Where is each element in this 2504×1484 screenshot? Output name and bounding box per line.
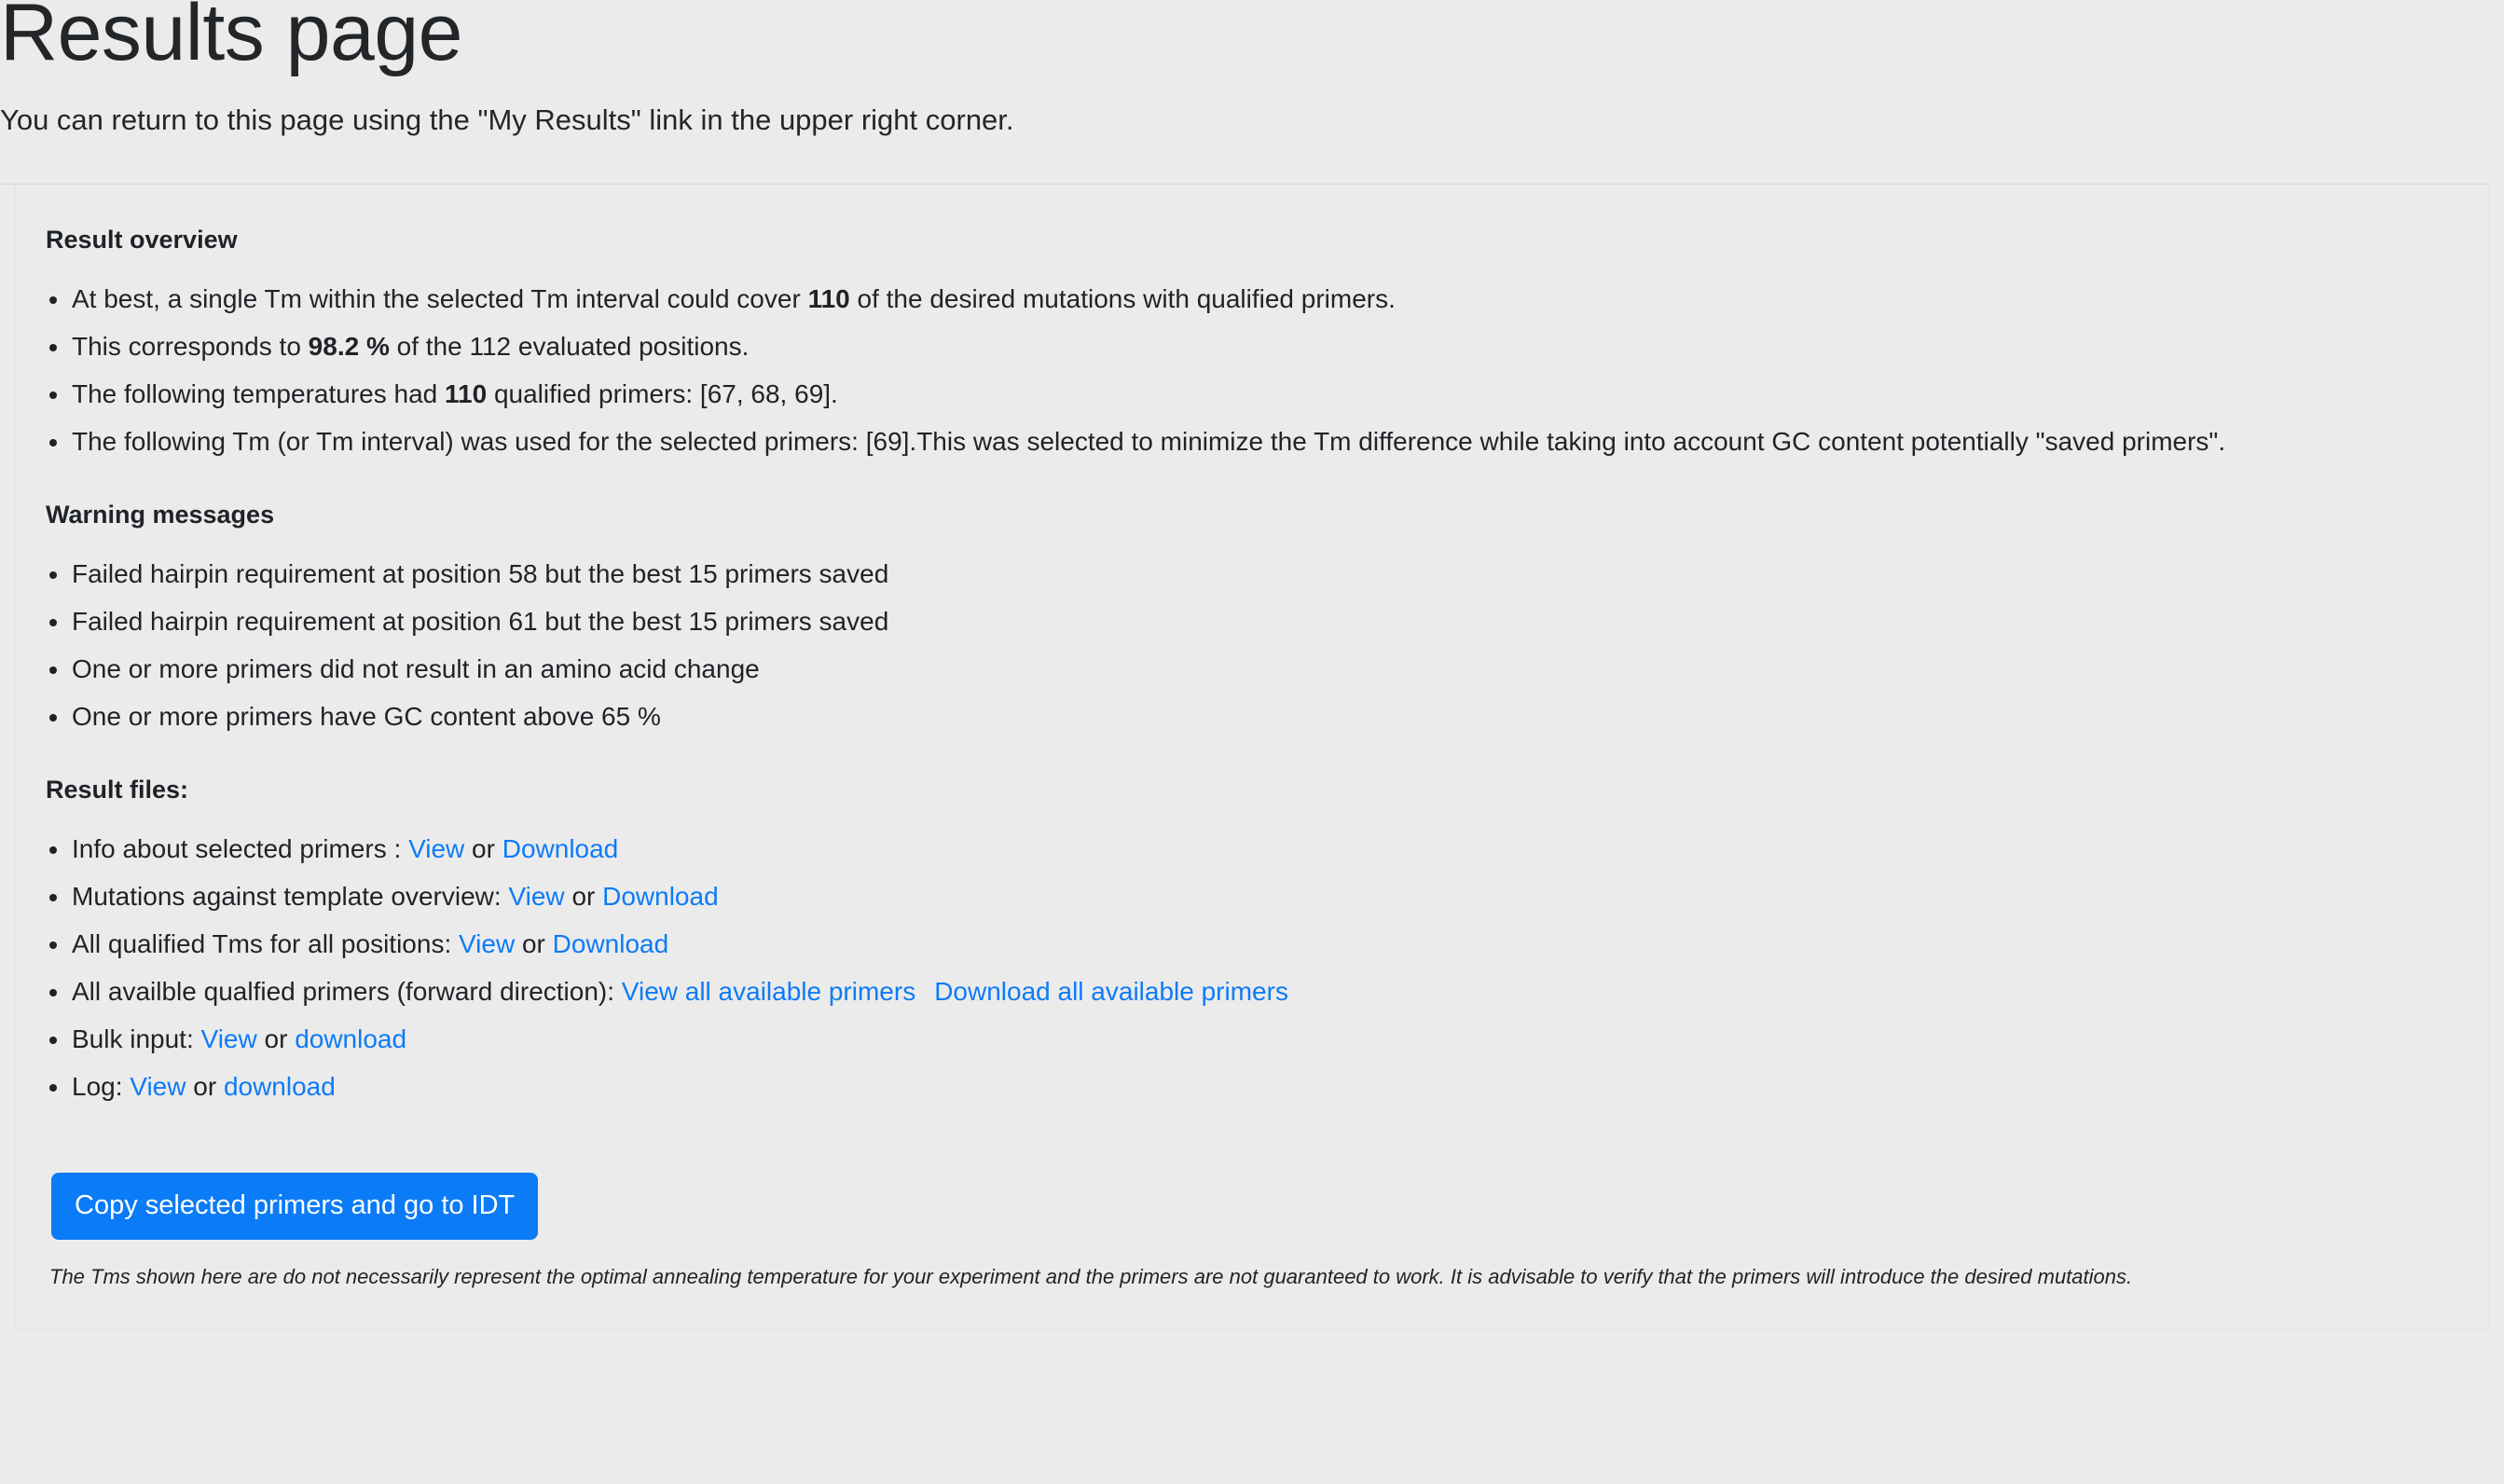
view-log-link[interactable]: View — [130, 1072, 186, 1101]
separator-word: or — [521, 928, 545, 958]
overview-item-3-prefix: The following Tm (or Tm interval) was us… — [72, 426, 2226, 456]
list-item: At best, a single Tm within the selected… — [46, 282, 2473, 317]
file-label: Info about selected primers : — [72, 833, 402, 863]
file-label: Log: — [72, 1071, 123, 1101]
view-mutations-overview-link[interactable]: View — [508, 882, 564, 911]
result-overview-heading: Result overview — [46, 225, 238, 254]
list-item: Info about selected primers : View or Do… — [46, 832, 2473, 867]
download-selected-primers-link[interactable]: Download — [502, 834, 619, 863]
list-item: This corresponds to 98.2 % of the 112 ev… — [46, 330, 2473, 364]
download-bulk-input-link[interactable]: download — [295, 1024, 406, 1053]
content-panel: Result overview At best, a single Tm wit… — [15, 184, 2489, 1331]
separator-word: or — [264, 1024, 288, 1053]
overview-item-1-prefix: This corresponds to — [72, 331, 309, 361]
action-row: Copy selected primers and go to IDT — [46, 1104, 2473, 1241]
warning-text: One or more primers did not result in an… — [72, 653, 760, 683]
list-item: The following Tm (or Tm interval) was us… — [46, 425, 2473, 460]
list-item: Mutations against template overview: Vie… — [46, 880, 2473, 914]
download-log-link[interactable]: download — [224, 1072, 336, 1101]
file-label: All availble qualfied primers (forward d… — [72, 976, 615, 1006]
list-item: Bulk input: View or download — [46, 1023, 2473, 1057]
separator-word: or — [193, 1071, 217, 1101]
overview-item-1-bold: 98.2 % — [308, 331, 390, 361]
warning-text: Failed hairpin requirement at position 6… — [72, 606, 889, 636]
overview-item-0-prefix: At best, a single Tm within the selected… — [72, 283, 808, 313]
list-item: Failed hairpin requirement at position 5… — [46, 557, 2473, 592]
separator-word: or — [571, 881, 596, 911]
list-item: Failed hairpin requirement at position 6… — [46, 605, 2473, 639]
page-header: Results page You can return to this page… — [0, 0, 2504, 140]
download-mutations-overview-link[interactable]: Download — [602, 882, 719, 911]
overview-item-2-prefix: The following temperatures had — [72, 378, 445, 408]
file-label: Bulk input: — [72, 1024, 194, 1053]
view-all-qualified-tms-link[interactable]: View — [459, 929, 515, 958]
result-files-heading: Result files: — [46, 775, 189, 804]
overview-item-0-suffix: of the desired mutations with qualified … — [849, 283, 1396, 313]
warning-messages-heading: Warning messages — [46, 500, 275, 529]
list-item: All availble qualfied primers (forward d… — [46, 975, 2473, 1010]
overview-item-2-suffix: qualified primers: [67, 68, 69]. — [487, 378, 838, 408]
overview-item-0-bold: 110 — [807, 283, 850, 313]
file-label: All qualified Tms for all positions: — [72, 928, 452, 958]
list-item: Log: View or download — [46, 1070, 2473, 1105]
warning-messages-list: Failed hairpin requirement at position 5… — [46, 531, 2473, 735]
warning-text: One or more primers have GC content abov… — [72, 701, 661, 731]
overview-item-2-bold: 110 — [445, 378, 488, 408]
list-item: All qualified Tms for all positions: Vie… — [46, 928, 2473, 962]
result-files-list: Info about selected primers : View or Do… — [46, 806, 2473, 1105]
list-item: One or more primers did not result in an… — [46, 653, 2473, 687]
overview-item-1-suffix: of the 112 evaluated positions. — [389, 331, 750, 361]
result-overview-list: At best, a single Tm within the selected… — [46, 256, 2473, 460]
page-title: Results page — [0, 0, 462, 77]
list-item: One or more primers have GC content abov… — [46, 700, 2473, 735]
view-bulk-input-link[interactable]: View — [201, 1024, 257, 1053]
copy-primers-to-idt-button[interactable]: Copy selected primers and go to IDT — [51, 1173, 539, 1241]
warning-text: Failed hairpin requirement at position 5… — [72, 558, 889, 588]
disclaimer-text: The Tms shown here are do not necessaril… — [49, 1265, 2133, 1289]
list-item: The following temperatures had 110 quali… — [46, 378, 2473, 412]
separator-word: or — [472, 833, 495, 863]
page-subtitle: You can return to this page using the "M… — [0, 103, 1014, 136]
file-label: Mutations against template overview: — [72, 881, 502, 911]
view-all-available-primers-link[interactable]: View all available primers — [622, 977, 915, 1006]
download-all-available-primers-link[interactable]: Download all available primers — [934, 977, 1288, 1006]
download-all-qualified-tms-link[interactable]: Download — [553, 929, 669, 958]
view-selected-primers-link[interactable]: View — [408, 834, 464, 863]
